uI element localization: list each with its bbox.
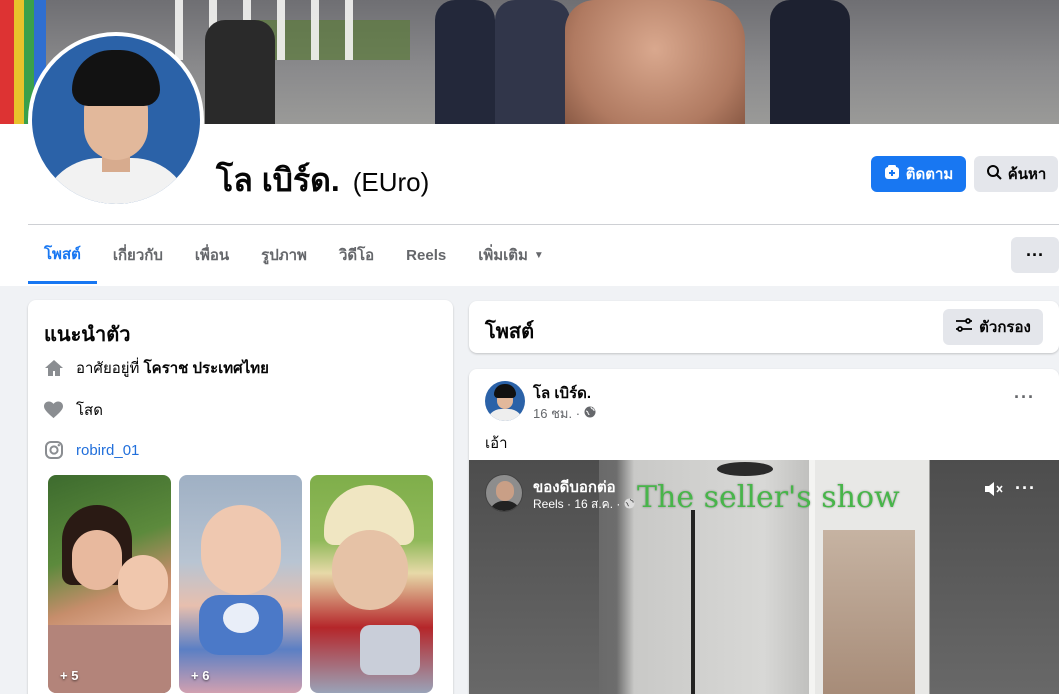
intro-card: แนะนำตัว อาศัยอยู่ที่ โคราช ประเทศไทย โส… bbox=[28, 300, 453, 694]
tab-reels[interactable]: Reels bbox=[390, 226, 462, 284]
profile-tabs: โพสต์ เกี่ยวกับ เพื่อน รูปภาพ วิดีโอ Ree… bbox=[28, 226, 560, 284]
profile-avatar[interactable] bbox=[28, 32, 204, 208]
photo-count: + 6 bbox=[191, 668, 210, 683]
search-label: ค้นหา bbox=[1007, 166, 1047, 183]
globe-icon bbox=[624, 497, 635, 512]
profile-name-text: โล เบิร์ด. bbox=[216, 162, 340, 198]
intro-lives-text: อาศัยอยู่ที่ โคราช ประเทศไทย bbox=[76, 356, 269, 380]
intro-instagram: robird_01 bbox=[44, 440, 139, 460]
reel-meta-text: Reels · 16 ส.ค. · bbox=[533, 497, 621, 511]
lives-place[interactable]: โคราช ประเทศไทย bbox=[144, 360, 269, 377]
follow-button[interactable]: ติดตาม bbox=[871, 156, 966, 192]
post-meta: 16 ชม. · bbox=[533, 403, 596, 424]
profile-alternate-name: (EUro) bbox=[352, 167, 430, 197]
photo-count: + 5 bbox=[60, 668, 79, 683]
filter-icon bbox=[955, 317, 973, 337]
intro-title: แนะนำตัว bbox=[44, 324, 131, 346]
post-author-avatar[interactable] bbox=[485, 381, 525, 421]
shared-reel[interactable]: ของดีบอกต่อ Reels · 16 ส.ค. · The seller… bbox=[469, 460, 1059, 694]
reel-meta: Reels · 16 ส.ค. · bbox=[533, 495, 635, 514]
posts-title: โพสต์ bbox=[485, 321, 535, 343]
follow-label: ติดตาม bbox=[905, 166, 954, 183]
tab-label: เพิ่มเติม bbox=[478, 247, 528, 264]
tab-label: รูปภาพ bbox=[261, 247, 307, 264]
tab-label: วิดีโอ bbox=[338, 247, 375, 264]
reel-page-avatar[interactable] bbox=[485, 474, 523, 512]
heart-icon bbox=[44, 400, 64, 420]
reel-options-button[interactable]: ··· bbox=[1015, 478, 1036, 499]
post-time[interactable]: 16 ชม. · bbox=[533, 403, 580, 424]
tab-label: เกี่ยวกับ bbox=[112, 247, 163, 264]
featured-photo-1[interactable]: + 5 bbox=[48, 475, 171, 693]
profile-header: โล เบิร์ด. (EUro) ติดตาม ค้นหา โพสต์ เกี… bbox=[0, 0, 1059, 286]
tab-label: Reels bbox=[406, 246, 447, 264]
tab-friends[interactable]: เพื่อน bbox=[179, 226, 245, 284]
profile-name: โล เบิร์ด. (EUro) bbox=[216, 155, 429, 206]
post-card: โล เบิร์ด. 16 ชม. · ··· เอ้า ของดีบอกต่อ… bbox=[469, 369, 1059, 694]
posts-header: โพสต์ ตัวกรอง bbox=[469, 301, 1059, 353]
ellipsis-icon: ··· bbox=[1015, 478, 1036, 498]
mute-icon[interactable] bbox=[983, 480, 1003, 503]
tab-about[interactable]: เกี่ยวกับ bbox=[97, 226, 179, 284]
reel-overlay-text: The seller's show bbox=[637, 480, 900, 515]
intro-lives-in: อาศัยอยู่ที่ โคราช ประเทศไทย bbox=[44, 356, 269, 380]
search-button[interactable]: ค้นหา bbox=[974, 156, 1058, 192]
lives-prefix: อาศัยอยู่ที่ bbox=[76, 360, 140, 377]
post-text: เอ้า bbox=[485, 435, 508, 452]
caret-down-icon: ▼ bbox=[533, 249, 544, 261]
search-icon bbox=[986, 164, 1002, 184]
follow-icon bbox=[884, 164, 900, 184]
tab-label: เพื่อน bbox=[194, 247, 230, 264]
tab-videos[interactable]: วิดีโอ bbox=[323, 226, 390, 284]
tab-more[interactable]: เพิ่มเติม ▼ bbox=[462, 226, 560, 284]
tab-label: โพสต์ bbox=[44, 245, 81, 263]
instagram-icon bbox=[44, 440, 64, 460]
more-options-button[interactable]: ··· bbox=[1011, 237, 1059, 273]
intro-relationship: โสด bbox=[44, 398, 103, 422]
ellipsis-icon: ··· bbox=[1026, 244, 1044, 265]
tab-posts[interactable]: โพสต์ bbox=[28, 226, 97, 284]
featured-photo-2[interactable]: + 6 bbox=[179, 475, 302, 693]
home-icon bbox=[44, 358, 64, 378]
post-options-button[interactable]: ··· bbox=[1014, 387, 1035, 408]
header-divider bbox=[28, 224, 1059, 225]
relationship-text: โสด bbox=[76, 402, 103, 419]
filter-button[interactable]: ตัวกรอง bbox=[943, 309, 1043, 345]
post-author-name[interactable]: โล เบิร์ด. bbox=[533, 381, 591, 405]
tab-photos[interactable]: รูปภาพ bbox=[245, 226, 323, 284]
instagram-link[interactable]: robird_01 bbox=[76, 442, 139, 459]
globe-icon bbox=[584, 406, 596, 421]
filter-label: ตัวกรอง bbox=[979, 319, 1031, 336]
ellipsis-icon: ··· bbox=[1014, 387, 1035, 407]
featured-photo-3[interactable] bbox=[310, 475, 433, 693]
